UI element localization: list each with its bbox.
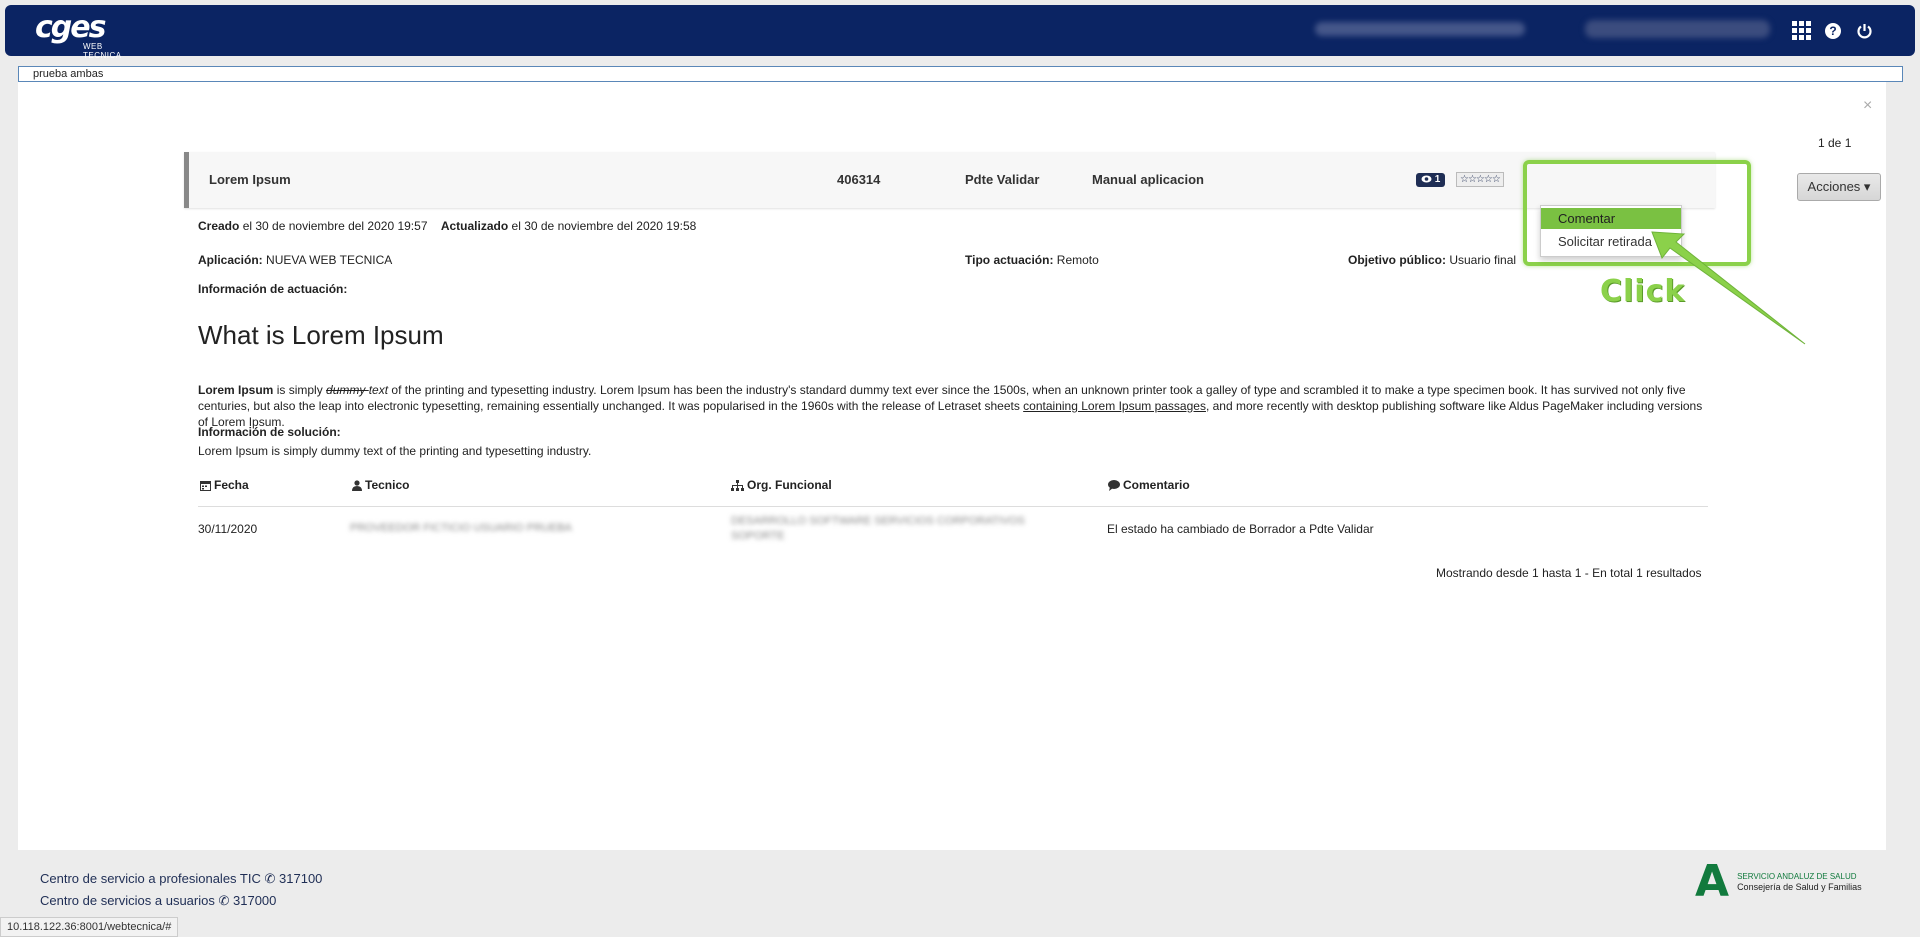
th-fecha[interactable]: Fecha (200, 478, 249, 492)
card-id: 406314 (837, 172, 881, 187)
blurred-user-role (1585, 20, 1770, 38)
logo-main: cges (35, 10, 106, 45)
sas-logo: A SERVICIO ANDALUZ DE SALUD Consejería d… (1695, 856, 1862, 907)
search-input[interactable]: prueba ambas (18, 66, 1903, 82)
info-solucion-value: Lorem Ipsum is simply dummy text of the … (198, 444, 592, 458)
cell-tecnico: PROVEEDOR FICTICIO USUARIO PRUEBA (350, 522, 572, 534)
click-annotation: Click (1600, 274, 1686, 309)
header-divider (198, 506, 1708, 507)
eye-icon (1421, 175, 1432, 183)
phone-icon: ✆ (264, 871, 276, 886)
sitemap-icon (731, 479, 744, 491)
user-icon (352, 479, 362, 491)
results-summary: Mostrando desde 1 hasta 1 - En total 1 r… (1436, 566, 1702, 580)
views-badge: 1 (1416, 173, 1446, 187)
top-navbar: cges WEB TECNICA ? (5, 5, 1915, 61)
tipo-actuacion-field: Tipo actuación: Remoto (965, 253, 1099, 267)
apps-grid-icon[interactable] (1792, 21, 1811, 40)
card-status: Pdte Validar (965, 172, 1040, 187)
close-icon[interactable]: × (1863, 97, 1872, 115)
cell-comentario: El estado ha cambiado de Borrador a Pdte… (1107, 522, 1374, 536)
th-org-funcional[interactable]: Org. Funcional (731, 478, 832, 492)
objetivo-publico-field: Objetivo público: Usuario final (1348, 253, 1517, 267)
blurred-user-name (1315, 22, 1525, 36)
info-actuacion-label: Información de actuación: (198, 282, 348, 296)
cell-org: DESARROLLO SOFTWARE SERVICIOS CORPORATIV… (731, 515, 1025, 542)
power-icon[interactable] (1854, 21, 1874, 41)
logo-sub: WEB TECNICA (83, 42, 122, 60)
phone-icon: ✆ (218, 893, 230, 908)
th-tecnico[interactable]: Tecnico (352, 478, 409, 492)
cell-fecha: 30/11/2020 (198, 522, 258, 536)
status-url: 10.118.122.36:8001/webtecnica/# (0, 917, 179, 937)
card-title: Lorem Ipsum (209, 172, 291, 187)
incident-card: Lorem Ipsum 406314 Pdte Validar Manual a… (184, 152, 1881, 208)
cges-logo[interactable]: cges WEB TECNICA (35, 10, 121, 61)
views-count: 1 (1434, 174, 1441, 185)
sas-logo-line2: Consejería de Salud y Familias (1737, 882, 1862, 892)
card-type: Manual aplicacion (1092, 172, 1204, 187)
article-paragraph: Lorem Ipsum is simply dummy text of the … (198, 383, 1703, 429)
article-link[interactable]: containing Lorem Ipsum passages (1023, 399, 1206, 413)
footer-line-usuarios: Centro de servicios a usuarios ✆ 317000 (40, 893, 277, 908)
help-icon[interactable]: ? (1823, 21, 1843, 41)
pager-text: 1 de 1 (1818, 136, 1852, 150)
footer-line-profesionales: Centro de servicio a profesionales TIC ✆… (40, 871, 323, 886)
sas-logo-line1: SERVICIO ANDALUZ DE SALUD (1737, 872, 1857, 881)
calendar-icon (200, 480, 211, 491)
aplicacion-field: Aplicación: NUEVA WEB TECNICA (198, 253, 393, 267)
acciones-button[interactable]: Acciones ▾ (1797, 173, 1881, 201)
article-heading: What is Lorem Ipsum (198, 320, 444, 350)
rating-stars[interactable]: ☆☆☆☆☆ (1456, 172, 1504, 187)
sas-logo-mark: A (1695, 856, 1730, 907)
comment-icon (1108, 479, 1120, 491)
created-info: Creado el 30 de noviembre del 2020 19:57… (198, 219, 697, 233)
th-comentario[interactable]: Comentario (1108, 478, 1190, 492)
